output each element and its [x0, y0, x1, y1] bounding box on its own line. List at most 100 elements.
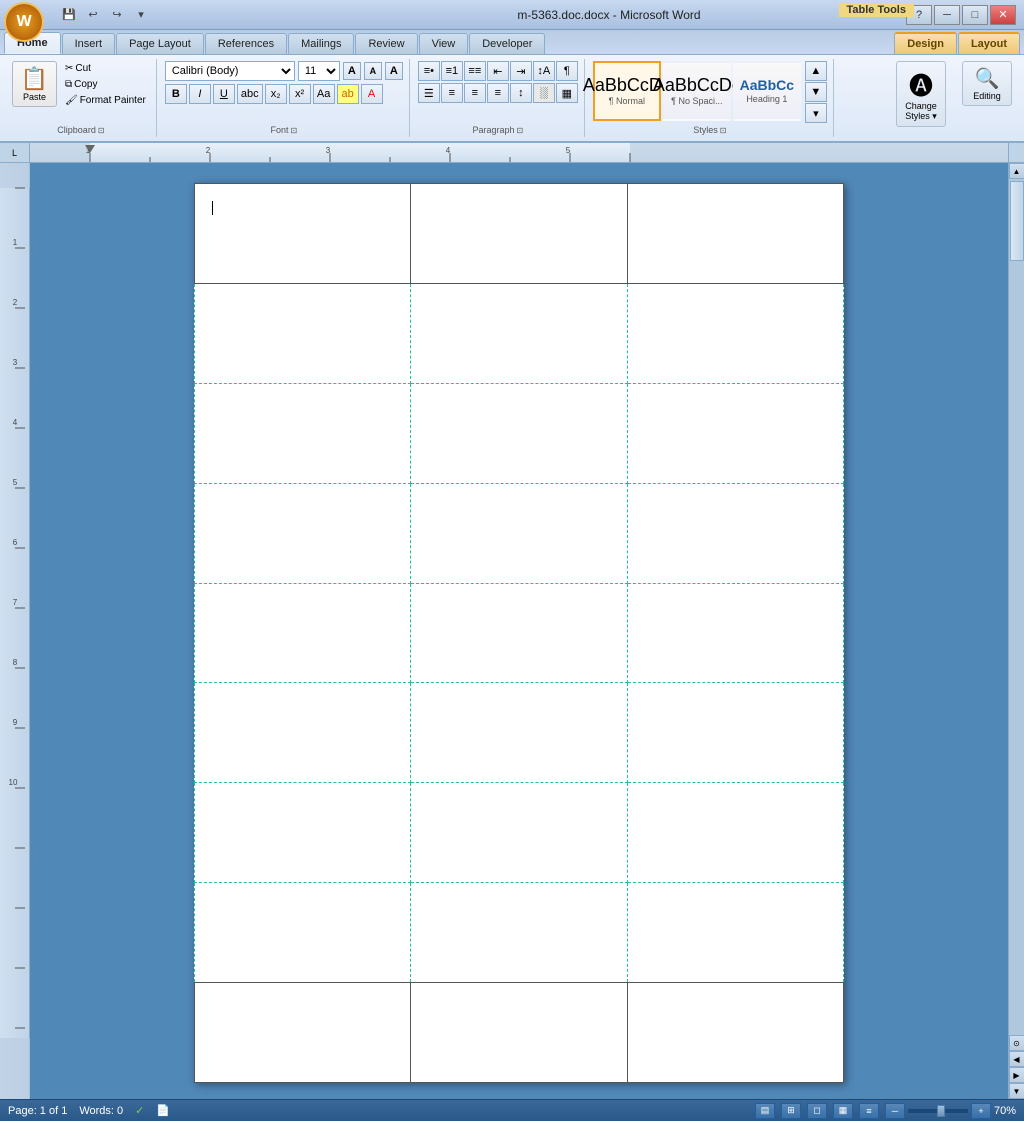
select-browse-button[interactable]: ⊙ [1009, 1035, 1024, 1051]
table-cell[interactable] [627, 783, 843, 883]
underline-button[interactable]: U [213, 84, 235, 104]
horizontal-ruler[interactable]: 1 2 3 4 5 [30, 143, 1008, 163]
table-cell[interactable] [195, 583, 411, 683]
decrease-indent-button[interactable]: ⇤ [487, 61, 509, 81]
table-cell[interactable] [195, 883, 411, 983]
table-cell[interactable] [195, 483, 411, 583]
tab-review[interactable]: Review [355, 33, 417, 54]
styles-scroll-up-button[interactable]: ▲ [805, 61, 827, 81]
table-cell[interactable] [627, 483, 843, 583]
table-cell[interactable] [411, 883, 627, 983]
show-paragraph-button[interactable]: ¶ [556, 61, 578, 81]
table-cell[interactable] [411, 283, 627, 383]
font-grow-button[interactable]: A [343, 62, 361, 80]
zoom-thumb[interactable] [937, 1105, 945, 1117]
tab-view[interactable]: View [419, 33, 469, 54]
spell-check-icon[interactable]: ✓ [135, 1104, 144, 1117]
close-button[interactable]: ✕ [990, 5, 1016, 25]
style-normal[interactable]: AaBbCcDc ¶ Normal [593, 61, 661, 121]
table-cell[interactable] [195, 184, 411, 284]
borders-button[interactable]: ▦ [556, 83, 578, 103]
undo-button[interactable]: ↩ [82, 5, 104, 25]
table-cell[interactable] [627, 283, 843, 383]
tab-pagelayout[interactable]: Page Layout [116, 33, 204, 54]
italic-button[interactable]: I [189, 84, 211, 104]
style-nospace[interactable]: AaBbCcDc ¶ No Spaci... [663, 61, 731, 121]
paste-button[interactable]: 📋 Paste [12, 61, 57, 107]
font-expand-icon[interactable]: ⊡ [291, 126, 298, 135]
font-shrink-button[interactable]: A [364, 62, 382, 80]
table-cell[interactable] [195, 683, 411, 783]
table-cell[interactable] [195, 983, 411, 1083]
table-cell[interactable] [195, 283, 411, 383]
scroll-thumb[interactable] [1010, 181, 1024, 261]
zoom-in-button[interactable]: + [971, 1103, 991, 1119]
font-family-select[interactable]: Calibri (Body) [165, 61, 295, 81]
copy-button[interactable]: ⧉ Copy [61, 77, 150, 92]
document-area[interactable] [30, 163, 1008, 1099]
justify-button[interactable]: ≡ [487, 83, 509, 103]
align-left-button[interactable]: ☰ [418, 83, 440, 103]
save-button[interactable]: 💾 [58, 5, 80, 25]
scroll-down-button[interactable]: ▼ [1009, 1083, 1024, 1099]
maximize-button[interactable]: □ [962, 5, 988, 25]
tab-design[interactable]: Design [894, 32, 957, 54]
tab-insert[interactable]: Insert [62, 33, 116, 54]
table-cell[interactable] [411, 683, 627, 783]
cut-button[interactable]: ✂ Cut [61, 61, 150, 76]
table-cell[interactable] [411, 483, 627, 583]
prev-page-button[interactable]: ◀ [1009, 1051, 1024, 1067]
change-case-button[interactable]: Aa [313, 84, 335, 104]
clear-formatting-button[interactable]: A [385, 62, 403, 80]
font-color-button[interactable]: A [361, 84, 383, 104]
table-cell[interactable] [411, 383, 627, 483]
table-cell[interactable] [195, 783, 411, 883]
word-page[interactable] [194, 183, 844, 1083]
align-right-button[interactable]: ≡ [464, 83, 486, 103]
table-cell[interactable] [411, 783, 627, 883]
vertical-scrollbar[interactable]: ▲ ⊙ ◀ ▶ ▼ [1008, 163, 1024, 1099]
superscript-button[interactable]: x² [289, 84, 311, 104]
print-layout-button[interactable]: ▤ [755, 1103, 775, 1119]
bold-button[interactable]: B [165, 84, 187, 104]
vertical-ruler[interactable]: 1 2 3 4 5 6 7 8 9 10 [0, 163, 30, 1099]
highlight-button[interactable]: ab [337, 84, 359, 104]
draft-view-button[interactable]: ≡ [859, 1103, 879, 1119]
line-spacing-button[interactable]: ↕ [510, 83, 532, 103]
scroll-up-button[interactable]: ▲ [1009, 163, 1024, 179]
multilevel-button[interactable]: ≡≡ [464, 61, 486, 81]
next-page-button[interactable]: ▶ [1009, 1067, 1024, 1083]
table-cell[interactable] [627, 683, 843, 783]
ruler-corner[interactable]: L [0, 143, 30, 163]
office-button[interactable]: W [4, 2, 44, 42]
align-center-button[interactable]: ≡ [441, 83, 463, 103]
tab-layout[interactable]: Layout [958, 32, 1020, 54]
clipboard-expand-icon[interactable]: ⊡ [98, 126, 105, 135]
minimize-button[interactable]: ─ [934, 5, 960, 25]
table-cell[interactable] [627, 184, 843, 284]
table-cell[interactable] [411, 184, 627, 284]
tab-mailings[interactable]: Mailings [288, 33, 354, 54]
zoom-slider[interactable] [908, 1109, 968, 1113]
document-table[interactable] [194, 183, 844, 1083]
styles-scroll-down-button[interactable]: ▼ [805, 82, 827, 102]
table-cell[interactable] [627, 983, 843, 1083]
table-cell[interactable] [627, 883, 843, 983]
styles-more-button[interactable]: ▾ [805, 103, 827, 123]
format-painter-button[interactable]: 🖌 Format Painter [61, 93, 150, 108]
shading-button[interactable]: ░ [533, 83, 555, 103]
redo-button[interactable]: ↪ [106, 5, 128, 25]
change-styles-button[interactable]: 🅐 ChangeStyles ▾ [896, 61, 946, 127]
bullets-button[interactable]: ≡• [418, 61, 440, 81]
tab-references[interactable]: References [205, 33, 287, 54]
strikethrough-button[interactable]: abc [237, 84, 263, 104]
table-cell[interactable] [627, 583, 843, 683]
paragraph-expand-icon[interactable]: ⊡ [517, 126, 524, 135]
numbering-button[interactable]: ≡1 [441, 61, 463, 81]
outline-view-button[interactable]: ▦ [833, 1103, 853, 1119]
editing-button[interactable]: 🔍 Editing [962, 61, 1012, 106]
quickaccess-more-button[interactable]: ▾ [130, 5, 152, 25]
sort-button[interactable]: ↕A [533, 61, 555, 81]
table-cell[interactable] [627, 383, 843, 483]
font-size-select[interactable]: 11 [298, 61, 340, 81]
